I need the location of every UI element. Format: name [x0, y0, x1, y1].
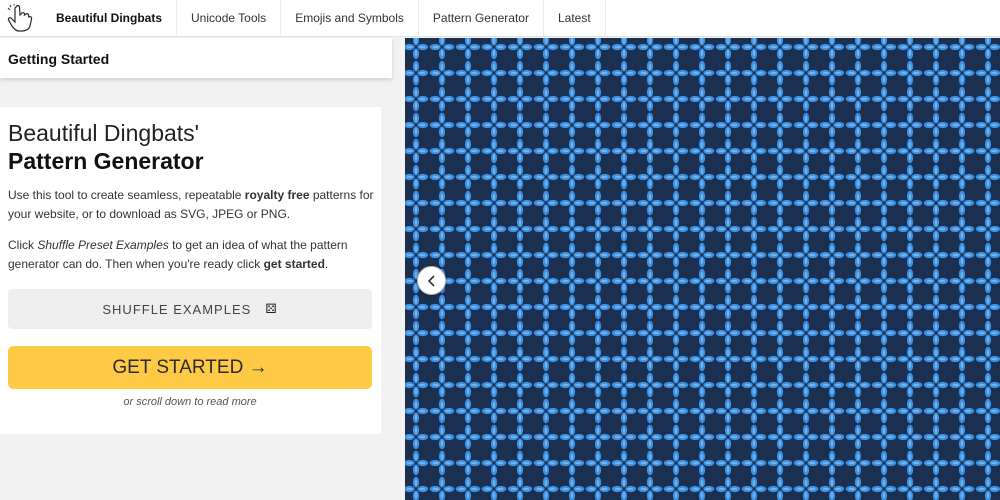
intro-card: Beautiful Dingbats' Pattern Generator Us… — [0, 107, 381, 434]
nav-item-latest[interactable]: Latest — [544, 0, 606, 36]
dice-icon: ⚄ — [265, 301, 278, 316]
nav-item-pattern-generator[interactable]: Pattern Generator — [419, 0, 544, 36]
shuffle-label: SHUFFLE EXAMPLES — [102, 301, 252, 317]
chevron-left-icon — [427, 274, 435, 287]
top-nav: Beautiful Dingbats Unicode Tools Emojis … — [0, 0, 1000, 37]
page-title-line2: Pattern Generator — [8, 148, 204, 174]
p2-italic-shuffle: Shuffle Preset Examples — [37, 238, 169, 252]
get-started-button[interactable]: GET STARTED → — [8, 346, 372, 389]
nav-brand[interactable]: Beautiful Dingbats — [40, 0, 178, 36]
pattern-fill — [405, 38, 1000, 500]
p2-bold-get-started: get started — [263, 257, 325, 271]
p1-text-start: Use this tool to create seamless, repeat… — [8, 188, 245, 202]
page-title-line1: Beautiful Dingbats' — [8, 120, 200, 146]
carousel-prev-button[interactable] — [417, 266, 446, 295]
getting-started-header[interactable]: Getting Started — [0, 38, 392, 78]
intro-paragraph-2: Click Shuffle Preset Examples to get an … — [8, 236, 376, 274]
pattern-svg — [405, 38, 1000, 500]
shuffle-examples-button[interactable]: SHUFFLE EXAMPLES ⚄ — [8, 289, 372, 329]
p1-bold-royalty-free: royalty free — [244, 188, 310, 202]
nav-item-emojis-and-symbols[interactable]: Emojis and Symbols — [281, 0, 419, 36]
nav-item-unicode-tools[interactable]: Unicode Tools — [177, 0, 282, 36]
logo[interactable] — [0, 0, 40, 36]
hand-pointer-icon — [7, 4, 33, 32]
p2-text-start: Click — [8, 238, 38, 252]
p2-text-end: . — [324, 257, 329, 271]
intro-paragraph-1: Use this tool to create seamless, repeat… — [8, 186, 376, 224]
scroll-note: or scroll down to read more — [123, 396, 257, 408]
pattern-preview — [405, 38, 1000, 500]
